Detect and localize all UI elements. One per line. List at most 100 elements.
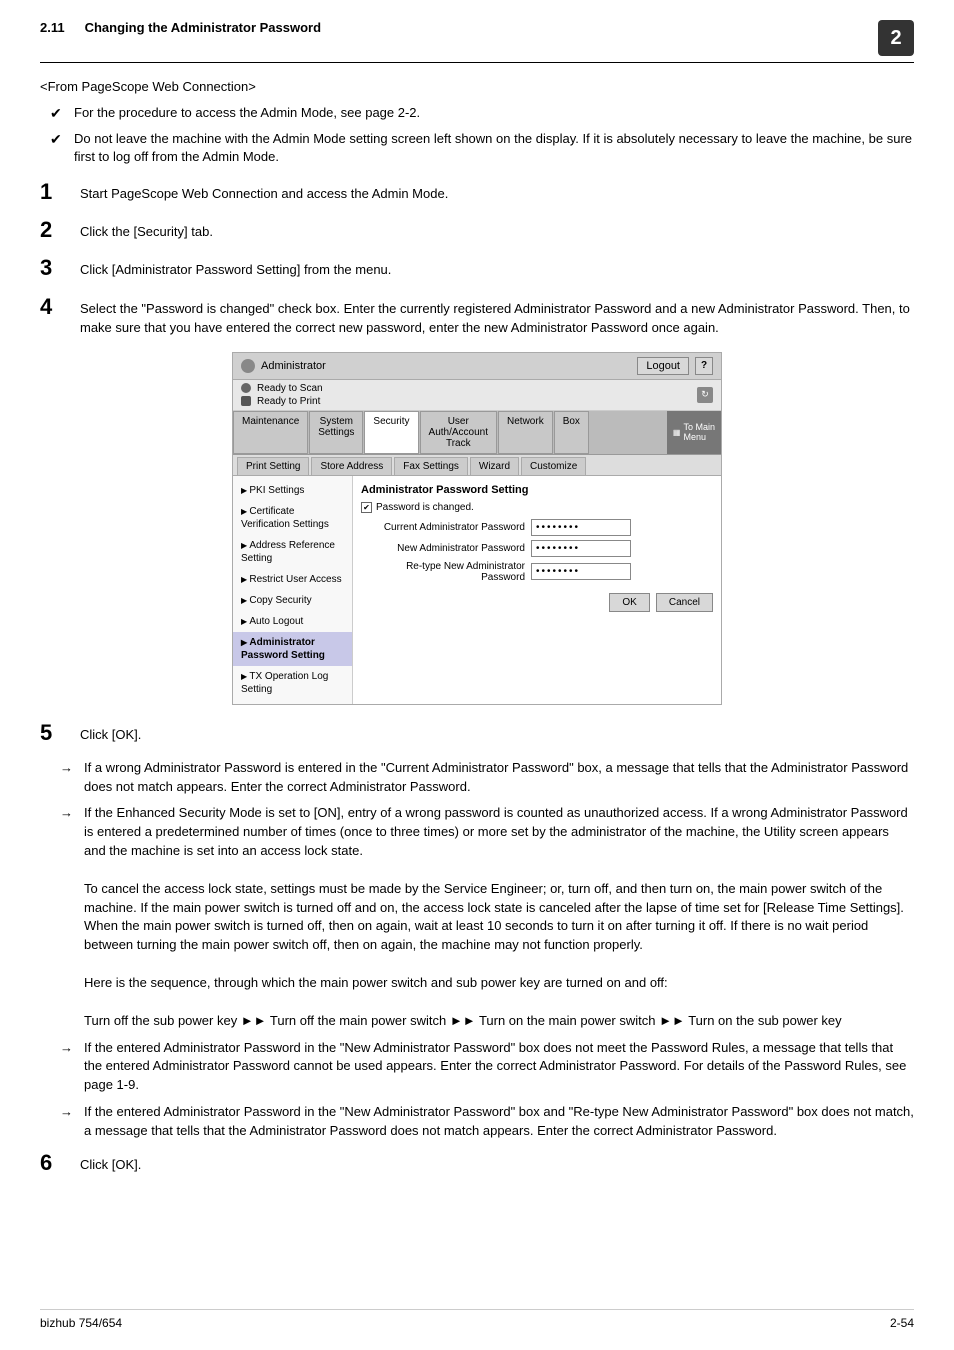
arrow-icon-1: → [60, 759, 80, 778]
chapter-badge: 2 [878, 20, 914, 56]
bullet-text-1: For the procedure to access the Admin Mo… [74, 104, 420, 122]
step-text-6: Click [OK]. [80, 1151, 141, 1175]
sidebar-item-address-ref[interactable]: Address Reference Setting [233, 535, 352, 569]
sidebar-item-admin-password[interactable]: Administrator Password Setting [233, 632, 352, 666]
step-1: 1 Start PageScope Web Connection and acc… [40, 180, 914, 204]
step5-note-4: → If the entered Administrator Password … [60, 1103, 914, 1141]
page-header: 2.11 Changing the Administrator Password… [40, 20, 914, 63]
ui-titlebar-left: Administrator [241, 359, 326, 373]
step-num-4: 4 [40, 295, 80, 319]
subtab-fax-settings[interactable]: Fax Settings [394, 457, 468, 475]
step5-notes: → If a wrong Administrator Password is e… [40, 759, 914, 1141]
sub-tabs: Print Setting Store Address Fax Settings… [233, 455, 721, 476]
sidebar-item-auto-logout[interactable]: Auto Logout [233, 611, 352, 632]
footer-page: 2-54 [890, 1316, 914, 1330]
page-title: Changing the Administrator Password [85, 20, 321, 35]
page-container: 2.11 Changing the Administrator Password… [0, 0, 954, 1350]
new-password-row: New Administrator Password [361, 540, 713, 557]
form-buttons: OK Cancel [361, 593, 713, 612]
ui-title-text: Administrator [261, 360, 326, 372]
ok-button[interactable]: OK [609, 593, 649, 612]
step-4: 4 Select the "Password is changed" check… [40, 295, 914, 338]
ui-screenshot: Administrator Logout ? Ready to Scan Rea… [232, 352, 722, 705]
sidebar-item-restrict-user[interactable]: Restrict User Access [233, 569, 352, 590]
tab-maintenance[interactable]: Maintenance [233, 411, 308, 454]
status-print: Ready to Print [241, 396, 713, 407]
current-password-label: Current Administrator Password [361, 522, 531, 533]
print-status-text: Ready to Print [257, 396, 320, 407]
bullet-item-1: ✔ For the procedure to access the Admin … [50, 104, 914, 124]
step-num-1: 1 [40, 180, 80, 204]
ui-content-area: Administrator Password Setting ✔ Passwor… [353, 476, 721, 704]
step5-note-2: → If the Enhanced Security Mode is set t… [60, 804, 914, 1030]
current-password-row: Current Administrator Password [361, 519, 713, 536]
new-password-input[interactable] [531, 540, 631, 557]
step-6: 6 Click [OK]. [40, 1151, 914, 1175]
sidebar-item-pki[interactable]: PKI Settings [233, 480, 352, 501]
checkbox-label: Password is changed. [376, 502, 474, 513]
subtab-store-address[interactable]: Store Address [311, 457, 392, 475]
print-status-icon [241, 396, 251, 406]
step-text-2: Click the [Security] tab. [80, 218, 213, 242]
retype-password-input[interactable] [531, 563, 631, 580]
sidebar-item-cert-verify[interactable]: Certificate Verification Settings [233, 501, 352, 535]
step5-note-text-3: If the entered Administrator Password in… [84, 1039, 914, 1096]
scan-status-icon [241, 383, 251, 393]
step-text-1: Start PageScope Web Connection and acces… [80, 180, 448, 204]
step-num-3: 3 [40, 256, 80, 280]
tab-system-settings[interactable]: SystemSettings [309, 411, 363, 454]
to-main-label: To MainMenu [683, 422, 715, 442]
step-2: 2 Click the [Security] tab. [40, 218, 914, 242]
content-title: Administrator Password Setting [361, 484, 713, 496]
checkmark-icon-2: ✔ [50, 130, 66, 150]
header-left: 2.11 Changing the Administrator Password [40, 20, 321, 35]
main-tabs: Maintenance SystemSettings Security User… [233, 411, 721, 455]
step-num-6: 6 [40, 1151, 80, 1175]
new-password-label: New Administrator Password [361, 543, 531, 554]
retype-password-label: Re-type New Administrator Password [361, 561, 531, 583]
tab-network[interactable]: Network [498, 411, 553, 454]
step-5: 5 Click [OK]. [40, 721, 914, 745]
section-number: 2.11 [40, 20, 65, 35]
arrow-icon-4: → [60, 1103, 80, 1122]
admin-icon [241, 359, 255, 373]
bullet-list: ✔ For the procedure to access the Admin … [40, 104, 914, 166]
ui-sidebar: PKI Settings Certificate Verification Se… [233, 476, 353, 704]
step5-note-3: → If the entered Administrator Password … [60, 1039, 914, 1096]
step-3: 3 Click [Administrator Password Setting]… [40, 256, 914, 280]
subtab-print-setting[interactable]: Print Setting [237, 457, 309, 475]
subtab-customize[interactable]: Customize [521, 457, 586, 475]
sidebar-item-tx-log[interactable]: TX Operation Log Setting [233, 666, 352, 700]
ui-titlebar-right: Logout ? [637, 357, 713, 375]
cancel-button[interactable]: Cancel [656, 593, 713, 612]
refresh-button[interactable]: ↻ [697, 387, 713, 403]
step-text-3: Click [Administrator Password Setting] f… [80, 256, 391, 280]
status-scan: Ready to Scan [241, 383, 713, 394]
tab-box[interactable]: Box [554, 411, 589, 454]
arrow-icon-2: → [60, 804, 80, 823]
step-num-5: 5 [40, 721, 80, 745]
ui-main-area: PKI Settings Certificate Verification Se… [233, 476, 721, 704]
to-main-icon: ▦ [673, 428, 681, 437]
arrow-icon-3: → [60, 1039, 80, 1058]
sidebar-item-copy-security[interactable]: Copy Security [233, 590, 352, 611]
step-num-2: 2 [40, 218, 80, 242]
step5-note-text-2: If the Enhanced Security Mode is set to … [84, 804, 914, 1030]
tab-security[interactable]: Security [364, 411, 418, 454]
help-button[interactable]: ? [695, 357, 713, 375]
logout-button[interactable]: Logout [637, 357, 689, 375]
step5-note-text-1: If a wrong Administrator Password is ent… [84, 759, 914, 797]
step-text-4: Select the "Password is changed" check b… [80, 295, 914, 338]
to-main-menu-button[interactable]: ▦ To MainMenu [667, 411, 721, 454]
bullet-item-2: ✔ Do not leave the machine with the Admi… [50, 130, 914, 166]
password-changed-checkbox[interactable]: ✔ [361, 502, 372, 513]
ui-titlebar: Administrator Logout ? [233, 353, 721, 380]
page-footer: bizhub 754/654 2-54 [40, 1309, 914, 1330]
subtab-wizard[interactable]: Wizard [470, 457, 519, 475]
tab-user-auth[interactable]: UserAuth/AccountTrack [420, 411, 497, 454]
current-password-input[interactable] [531, 519, 631, 536]
from-source: <From PageScope Web Connection> [40, 79, 914, 94]
retype-password-row: Re-type New Administrator Password [361, 561, 713, 583]
step5-note-text-4: If the entered Administrator Password in… [84, 1103, 914, 1141]
bullet-text-2: Do not leave the machine with the Admin … [74, 130, 914, 166]
